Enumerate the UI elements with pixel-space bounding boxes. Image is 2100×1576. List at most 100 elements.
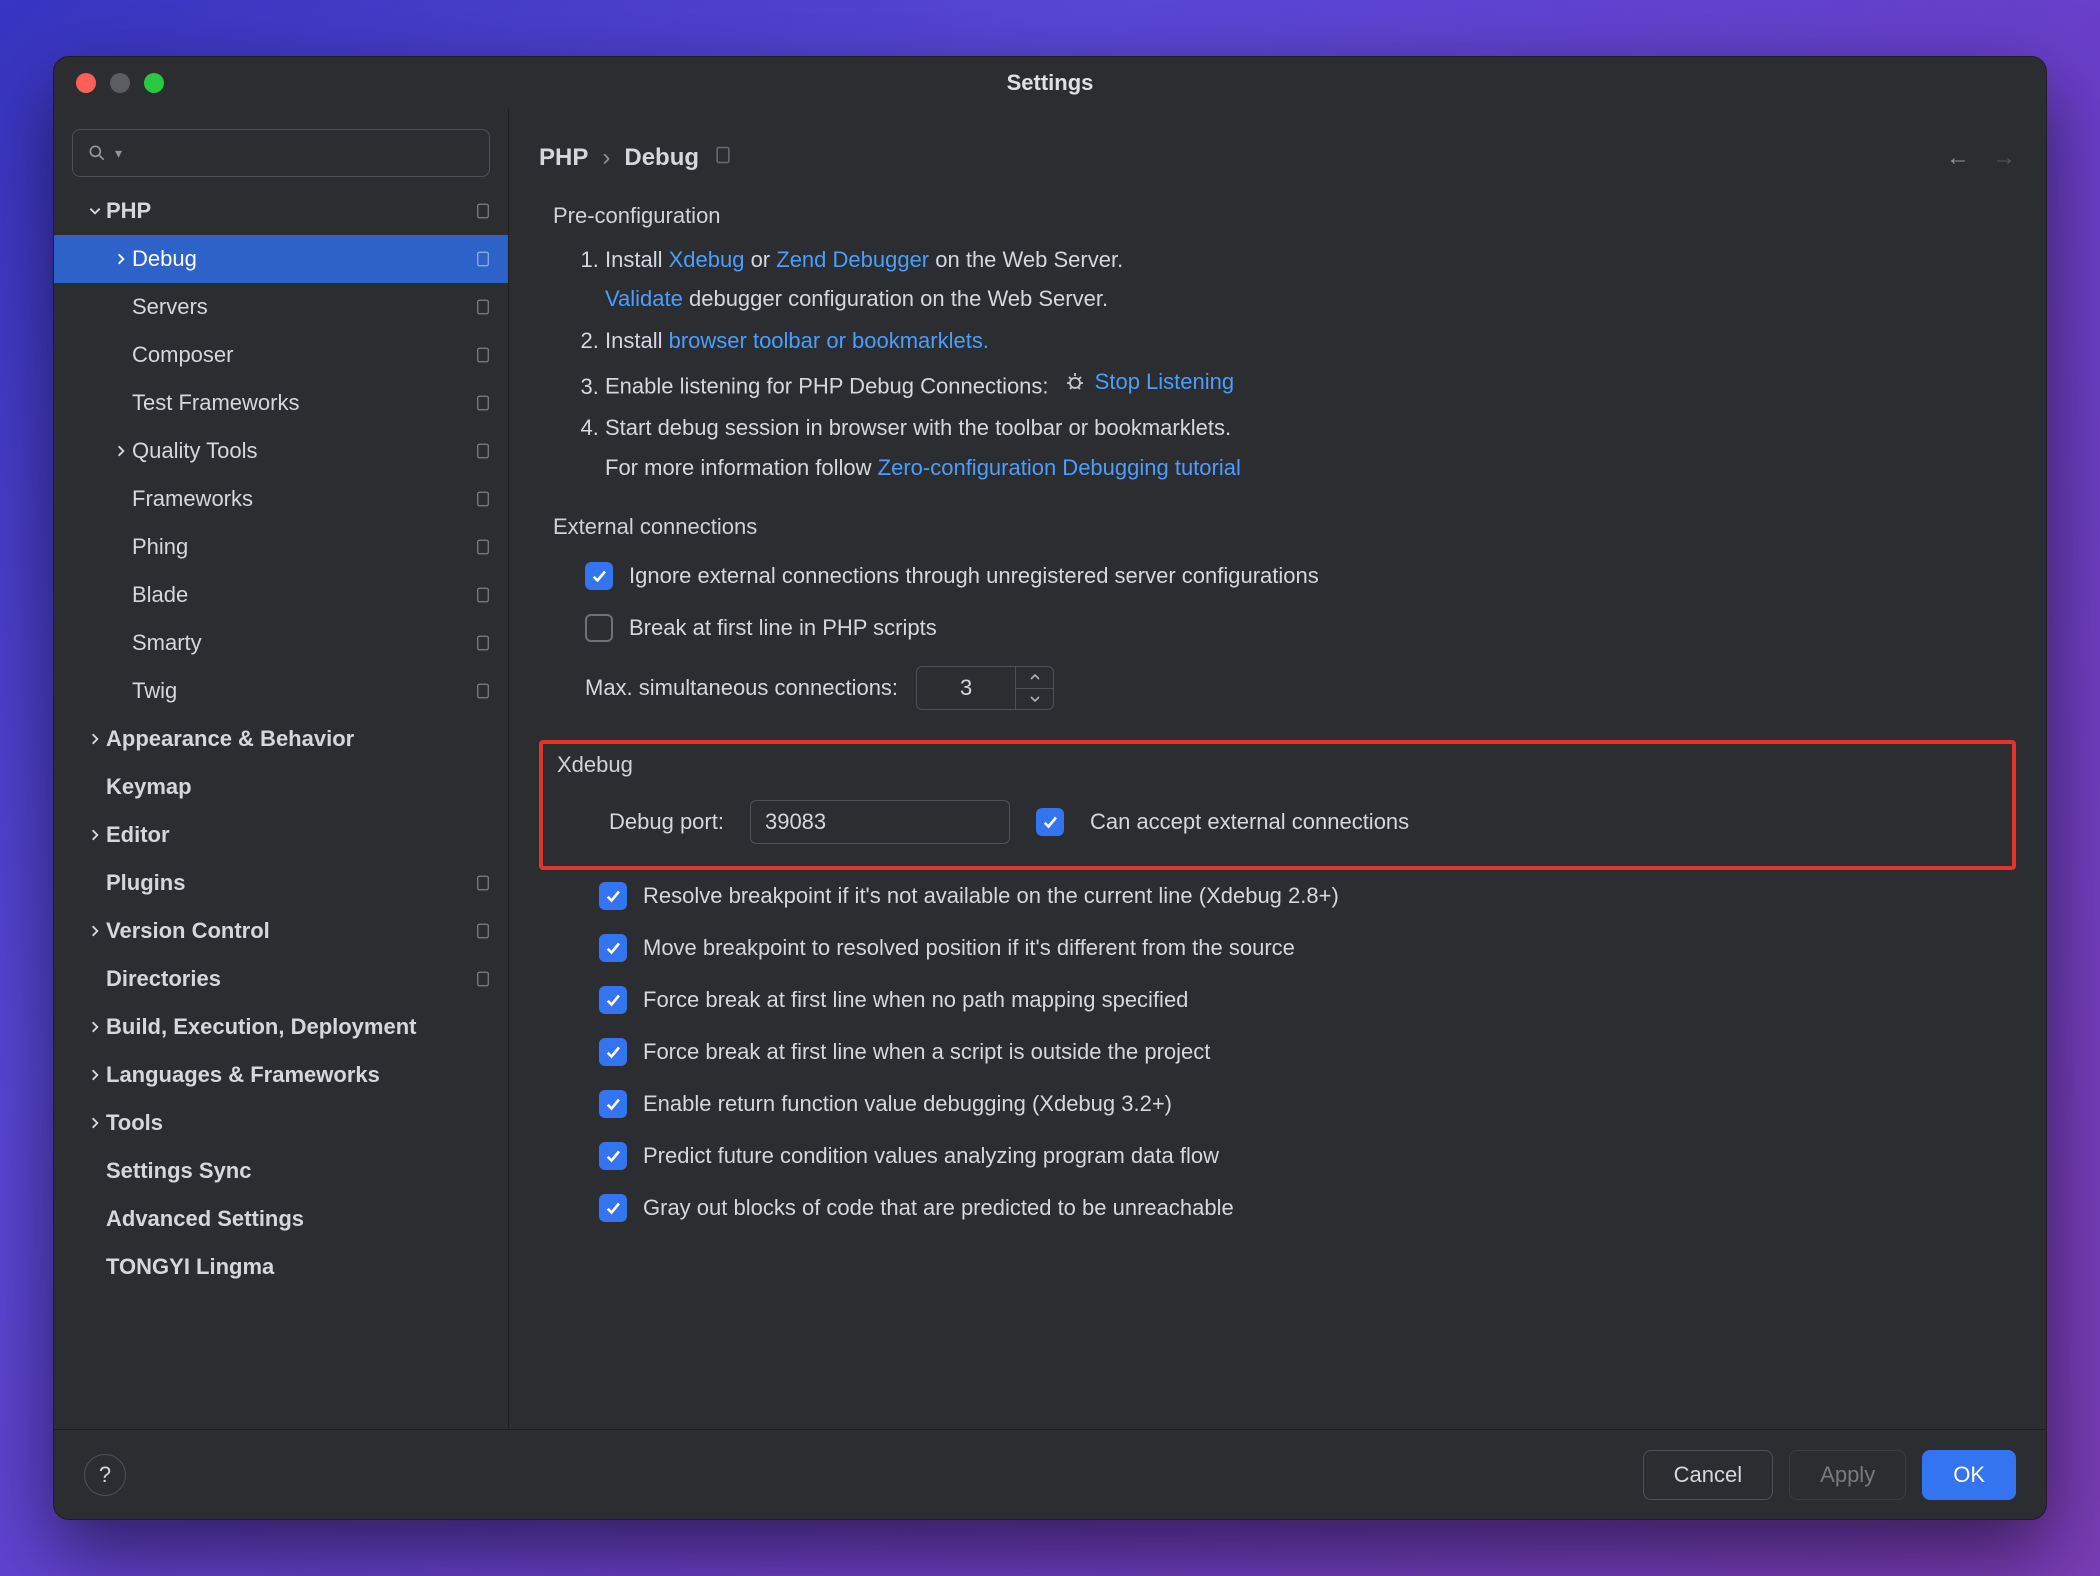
label-break-first-line: Break at first line in PHP scripts: [629, 615, 937, 641]
chevron-right-icon[interactable]: [84, 1068, 106, 1082]
sidebar-item-debug[interactable]: Debug: [54, 235, 508, 283]
breadcrumb-root[interactable]: PHP: [539, 144, 588, 172]
input-debug-port[interactable]: [750, 800, 1010, 844]
sidebar-item-label: Appearance & Behavior: [106, 726, 494, 752]
checkbox-resolve-breakpoint[interactable]: [599, 882, 627, 910]
sidebar-item-advanced-settings[interactable]: Advanced Settings: [54, 1195, 508, 1243]
chevron-up-icon[interactable]: [1016, 667, 1053, 689]
chevron-right-icon[interactable]: [84, 1116, 106, 1130]
search-icon: [87, 143, 107, 163]
sidebar-item-tongyi-lingma[interactable]: TONGYI Lingma: [54, 1243, 508, 1291]
file-scope-icon: [472, 490, 494, 508]
sidebar-item-label: Keymap: [106, 774, 494, 800]
sidebar-item-appearance-behavior[interactable]: Appearance & Behavior: [54, 715, 508, 763]
checkbox-force-nomap[interactable]: [599, 986, 627, 1014]
sidebar-item-label: Debug: [132, 246, 472, 272]
file-scope-icon: [472, 634, 494, 652]
sidebar-item-phing[interactable]: Phing: [54, 523, 508, 571]
help-button[interactable]: ?: [84, 1454, 126, 1496]
sidebar-item-label: Advanced Settings: [106, 1206, 494, 1232]
link-toolbar[interactable]: browser toolbar or bookmarklets.: [669, 328, 989, 353]
chevron-down-icon[interactable]: [1016, 689, 1053, 710]
file-scope-icon: [472, 250, 494, 268]
sidebar-item-label: Languages & Frameworks: [106, 1062, 494, 1088]
file-scope-icon: [472, 586, 494, 604]
chevron-down-icon[interactable]: [84, 204, 106, 218]
checkbox-gray[interactable]: [599, 1194, 627, 1222]
nav-back-icon[interactable]: ←: [1946, 144, 1970, 172]
checkbox-move-breakpoint[interactable]: [599, 934, 627, 962]
link-zend[interactable]: Zend Debugger: [776, 247, 929, 272]
bug-icon: [1063, 370, 1087, 394]
sidebar-item-plugins[interactable]: Plugins: [54, 859, 508, 907]
file-scope-icon: [472, 538, 494, 556]
link-xdebug[interactable]: Xdebug: [669, 247, 745, 272]
search-input[interactable]: ▾: [72, 129, 490, 177]
sidebar-item-twig[interactable]: Twig: [54, 667, 508, 715]
sidebar-item-label: Composer: [132, 342, 472, 368]
chevron-right-icon[interactable]: [110, 252, 132, 266]
sidebar-item-keymap[interactable]: Keymap: [54, 763, 508, 811]
settings-window: Settings ▾ PHPDebugServersComposerTest F…: [53, 56, 2047, 1520]
sidebar-item-php[interactable]: PHP: [54, 187, 508, 235]
label-move-breakpoint: Move breakpoint to resolved position if …: [643, 935, 1295, 961]
sidebar-item-label: TONGYI Lingma: [106, 1254, 494, 1280]
sidebar-item-label: PHP: [106, 198, 472, 224]
sidebar-item-languages-frameworks[interactable]: Languages & Frameworks: [54, 1051, 508, 1099]
label-resolve-breakpoint: Resolve breakpoint if it's not available…: [643, 883, 1339, 909]
checkbox-return-value[interactable]: [599, 1090, 627, 1118]
sidebar-item-servers[interactable]: Servers: [54, 283, 508, 331]
file-scope-icon: [472, 970, 494, 988]
label-ignore-external: Ignore external connections through unre…: [629, 563, 1319, 589]
chevron-right-icon[interactable]: [84, 924, 106, 938]
sidebar-item-tools[interactable]: Tools: [54, 1099, 508, 1147]
sidebar-item-label: Plugins: [106, 870, 472, 896]
link-validate[interactable]: Validate: [605, 286, 683, 311]
checkbox-ignore-external[interactable]: [585, 562, 613, 590]
ok-button[interactable]: OK: [1922, 1450, 2016, 1500]
sidebar-item-quality-tools[interactable]: Quality Tools: [54, 427, 508, 475]
sidebar-item-smarty[interactable]: Smarty: [54, 619, 508, 667]
external-title: External connections: [553, 514, 2016, 540]
chevron-right-icon[interactable]: [84, 828, 106, 842]
cancel-button[interactable]: Cancel: [1643, 1450, 1773, 1500]
checkbox-accept-external[interactable]: [1036, 808, 1064, 836]
sidebar-item-directories[interactable]: Directories: [54, 955, 508, 1003]
sidebar-item-editor[interactable]: Editor: [54, 811, 508, 859]
sidebar-item-blade[interactable]: Blade: [54, 571, 508, 619]
stepper-max-conn[interactable]: [1016, 666, 1054, 710]
footer: ? Cancel Apply OK: [54, 1429, 2046, 1519]
nav-forward-icon[interactable]: →: [1992, 144, 2016, 172]
sidebar-item-label: Quality Tools: [132, 438, 472, 464]
preconfig-steps: Install Xdebug or Zend Debugger on the W…: [553, 239, 2016, 488]
breadcrumb-leaf: Debug: [624, 144, 699, 172]
chevron-right-icon[interactable]: [84, 732, 106, 746]
chevron-right-icon[interactable]: [110, 444, 132, 458]
settings-tree[interactable]: PHP Debug Servers Composer Test Frameworks Qu…: [54, 187, 508, 1429]
label-debug-port: Debug port:: [609, 809, 724, 835]
chevron-right-icon[interactable]: [84, 1020, 106, 1034]
sidebar-item-settings-sync[interactable]: Settings Sync: [54, 1147, 508, 1195]
link-tutorial[interactable]: Zero-configuration Debugging tutorial: [878, 455, 1241, 480]
sidebar-item-composer[interactable]: Composer: [54, 331, 508, 379]
checkbox-force-outside[interactable]: [599, 1038, 627, 1066]
stop-listening-button[interactable]: Stop Listening: [1063, 363, 1234, 400]
input-max-conn[interactable]: [916, 666, 1016, 710]
apply-button[interactable]: Apply: [1789, 1450, 1906, 1500]
file-scope-icon: [472, 298, 494, 316]
checkbox-break-first-line[interactable]: [585, 614, 613, 642]
sidebar-item-label: Editor: [106, 822, 494, 848]
label-predict: Predict future condition values analyzin…: [643, 1143, 1219, 1169]
sidebar-item-label: Servers: [132, 294, 472, 320]
sidebar-item-build-execution-deployment[interactable]: Build, Execution, Deployment: [54, 1003, 508, 1051]
checkbox-predict[interactable]: [599, 1142, 627, 1170]
label-max-conn: Max. simultaneous connections:: [585, 675, 898, 701]
file-scope-icon: [472, 346, 494, 364]
breadcrumb-sep: ›: [602, 144, 610, 172]
sidebar-item-frameworks[interactable]: Frameworks: [54, 475, 508, 523]
sidebar-item-test-frameworks[interactable]: Test Frameworks: [54, 379, 508, 427]
sidebar-item-version-control[interactable]: Version Control: [54, 907, 508, 955]
sidebar-item-label: Tools: [106, 1110, 494, 1136]
sidebar-item-label: Version Control: [106, 918, 472, 944]
breadcrumb: PHP › Debug ← →: [539, 129, 2016, 187]
